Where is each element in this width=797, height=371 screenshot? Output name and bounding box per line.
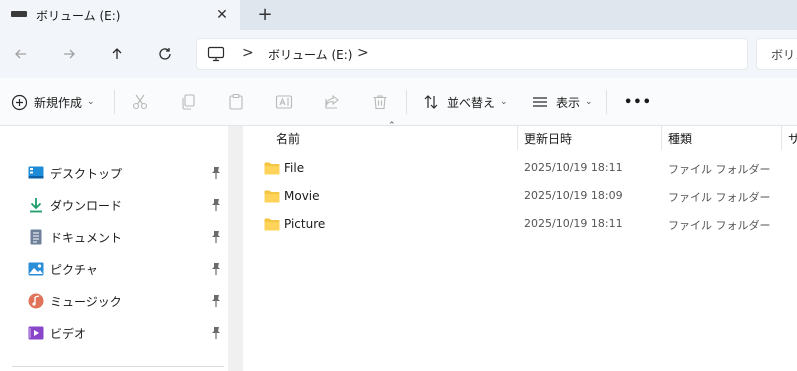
sidebar-item-desktop[interactable]: デスクトップ xyxy=(0,157,228,189)
folder-icon xyxy=(264,190,280,203)
new-button[interactable]: 新規作成 ⌄ xyxy=(11,91,95,113)
pin-icon[interactable] xyxy=(210,262,222,276)
file-row[interactable]: Picture 2025/10/19 18:11 ファイル フォルダー xyxy=(258,211,797,239)
chevron-down-icon: ⌄ xyxy=(585,97,593,107)
sort-ascending-icon: ⌃ xyxy=(388,121,396,131)
sort-arrows-icon xyxy=(424,95,438,109)
sidebar-item-documents[interactable]: ドキュメント xyxy=(0,221,228,253)
plus-circle-icon xyxy=(11,94,28,110)
divider xyxy=(12,366,224,367)
divider xyxy=(114,90,115,114)
back-button[interactable] xyxy=(9,42,33,66)
new-tab-button[interactable]: + xyxy=(254,3,276,25)
view-button[interactable]: 表示 ⌄ xyxy=(532,91,593,113)
file-name: Picture xyxy=(284,217,326,231)
sidebar-item-label: ビデオ xyxy=(50,327,87,341)
file-type: ファイル フォルダー xyxy=(668,191,771,204)
new-label: 新規作成 xyxy=(34,95,83,110)
sidebar-item-videos[interactable]: ビデオ xyxy=(0,317,228,349)
arrow-left-icon xyxy=(15,49,26,59)
arrow-right-icon xyxy=(64,49,75,59)
cut-icon[interactable] xyxy=(131,93,149,111)
sidebar-item-music[interactable]: ミュージック xyxy=(0,285,228,317)
divider xyxy=(406,90,407,114)
sort-label: 並べ替え xyxy=(447,95,496,110)
refresh-icon xyxy=(159,48,171,60)
folder-icon xyxy=(264,162,280,175)
up-button[interactable] xyxy=(105,42,129,66)
more-options-button[interactable]: ••• xyxy=(624,91,652,113)
chevron-down-icon: ⌄ xyxy=(87,97,95,107)
tab-title: ボリューム (E:) xyxy=(36,9,121,23)
video-icon xyxy=(28,326,44,340)
folder-icon xyxy=(264,218,280,231)
column-header-type[interactable]: 種類 xyxy=(668,126,692,150)
pin-icon[interactable] xyxy=(210,198,222,212)
chevron-down-icon: ⌄ xyxy=(500,97,508,107)
column-header-size[interactable]: サ xyxy=(788,126,797,150)
computer-icon xyxy=(207,46,225,62)
share-icon[interactable] xyxy=(323,93,341,111)
title-bar: ボリューム (E:) ✕ + xyxy=(0,0,797,30)
file-date: 2025/10/19 18:11 xyxy=(524,217,623,230)
navigation-pane: デスクトップ ダウンロード ドキュメント ピクチャ ミュージック ビデオ xyxy=(0,126,228,371)
document-icon xyxy=(30,229,42,245)
file-row[interactable]: Movie 2025/10/19 18:09 ファイル フォルダー xyxy=(258,183,797,211)
address-row: > ボリューム (E:) > ボリュ xyxy=(0,30,797,78)
tab-volume-e[interactable]: ボリューム (E:) ✕ xyxy=(0,0,240,30)
file-date: 2025/10/19 18:09 xyxy=(524,189,623,202)
file-row[interactable]: File 2025/10/19 18:11 ファイル フォルダー xyxy=(258,155,797,183)
address-bar[interactable]: > ボリューム (E:) > xyxy=(196,38,748,70)
close-icon[interactable]: ✕ xyxy=(212,5,232,25)
file-date: 2025/10/19 18:11 xyxy=(524,161,623,174)
view-lines-icon xyxy=(533,97,547,107)
download-icon xyxy=(30,198,42,213)
paste-icon[interactable] xyxy=(227,93,245,111)
search-input[interactable]: ボリュ xyxy=(756,38,797,70)
file-type: ファイル フォルダー xyxy=(668,163,771,176)
sidebar-item-label: ミュージック xyxy=(50,295,122,309)
column-separator[interactable] xyxy=(517,126,518,150)
navigation-scrollbar[interactable] xyxy=(228,126,243,371)
breadcrumb-volume-e[interactable]: ボリューム (E:) xyxy=(268,46,352,63)
sidebar-item-downloads[interactable]: ダウンロード xyxy=(0,189,228,221)
sidebar-item-label: デスクトップ xyxy=(50,167,123,181)
drive-icon xyxy=(11,11,27,17)
breadcrumb-separator[interactable]: > xyxy=(357,45,369,61)
command-bar: 新規作成 ⌄ 並べ替え ⌄ 表示 ⌄ ••• xyxy=(0,78,797,126)
sidebar-item-label: ピクチャ xyxy=(50,263,98,277)
arrow-up-icon xyxy=(112,48,122,59)
file-type: ファイル フォルダー xyxy=(668,219,771,232)
refresh-button[interactable] xyxy=(153,42,177,66)
divider xyxy=(606,90,607,114)
column-header-name[interactable]: 名前 xyxy=(276,126,300,150)
column-separator[interactable] xyxy=(661,126,662,150)
pin-icon[interactable] xyxy=(210,326,222,340)
desktop-icon xyxy=(28,166,44,179)
pin-icon[interactable] xyxy=(210,166,222,180)
column-separator[interactable] xyxy=(781,126,782,150)
trash-icon[interactable] xyxy=(371,93,389,111)
view-label: 表示 xyxy=(556,95,581,110)
music-icon xyxy=(28,293,44,309)
pictures-icon xyxy=(28,262,44,276)
rename-icon[interactable] xyxy=(275,93,293,111)
pin-icon[interactable] xyxy=(210,294,222,308)
breadcrumb-separator[interactable]: > xyxy=(242,45,254,61)
copy-icon[interactable] xyxy=(179,93,197,111)
file-name: Movie xyxy=(284,189,320,203)
forward-button[interactable] xyxy=(57,42,81,66)
search-placeholder: ボリュ xyxy=(771,48,797,62)
sort-button[interactable]: 並べ替え ⌄ xyxy=(423,91,508,113)
sidebar-item-pictures[interactable]: ピクチャ xyxy=(0,253,228,285)
file-name: File xyxy=(284,161,305,175)
sidebar-item-label: ドキュメント xyxy=(50,231,123,245)
pin-icon[interactable] xyxy=(210,230,222,244)
column-header-date[interactable]: 更新日時 xyxy=(524,126,572,150)
sidebar-item-label: ダウンロード xyxy=(50,199,123,213)
